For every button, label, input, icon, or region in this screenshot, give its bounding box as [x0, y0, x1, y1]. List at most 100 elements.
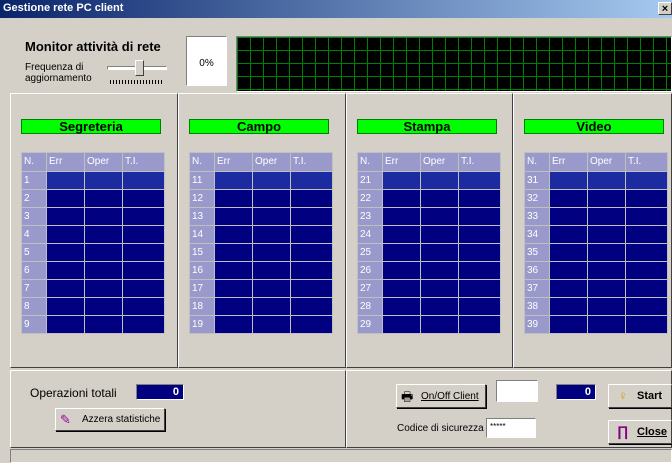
grid-cell[interactable]	[382, 243, 421, 262]
client-grid[interactable]: N. Err Oper T.I. 1 2 3 4 5 6 7 8 9	[21, 152, 165, 334]
grid-cell[interactable]	[122, 261, 165, 280]
grid-cell[interactable]	[122, 207, 165, 226]
grid-cell[interactable]	[458, 171, 501, 190]
grid-cell[interactable]	[625, 315, 668, 334]
grid-cell[interactable]	[214, 261, 253, 280]
table-row[interactable]: 3	[21, 207, 165, 226]
grid-cell[interactable]	[84, 189, 123, 208]
grid-cell[interactable]	[46, 279, 85, 298]
grid-cell[interactable]	[382, 261, 421, 280]
table-row[interactable]: 6	[21, 261, 165, 280]
grid-cell[interactable]	[458, 243, 501, 262]
grid-cell[interactable]	[46, 171, 85, 190]
grid-cell[interactable]	[122, 315, 165, 334]
table-row[interactable]: 12	[189, 189, 333, 208]
table-row[interactable]: 39	[524, 315, 668, 334]
grid-cell[interactable]	[587, 315, 626, 334]
grid-cell[interactable]	[420, 261, 459, 280]
grid-cell[interactable]	[549, 261, 588, 280]
table-row[interactable]: 25	[357, 243, 501, 262]
table-row[interactable]: 27	[357, 279, 501, 298]
grid-cell[interactable]	[382, 315, 421, 334]
grid-cell[interactable]	[382, 171, 421, 190]
close-window-button[interactable]: ×	[658, 2, 672, 15]
grid-cell[interactable]	[625, 207, 668, 226]
table-row[interactable]: 26	[357, 261, 501, 280]
table-row[interactable]: 15	[189, 243, 333, 262]
grid-cell[interactable]	[549, 315, 588, 334]
grid-cell[interactable]	[84, 297, 123, 316]
grid-cell[interactable]	[46, 261, 85, 280]
grid-cell[interactable]	[625, 297, 668, 316]
client-grid[interactable]: N. Err Oper T.I. 11 12 13 14 15 16 17 18 19	[189, 152, 333, 334]
reset-stats-button[interactable]: ✎ Azzera statistiche	[55, 408, 165, 431]
grid-cell[interactable]	[252, 243, 291, 262]
table-row[interactable]: 34	[524, 225, 668, 244]
grid-cell[interactable]	[458, 297, 501, 316]
grid-cell[interactable]	[252, 189, 291, 208]
grid-cell[interactable]	[549, 225, 588, 244]
table-row[interactable]: 23	[357, 207, 501, 226]
grid-cell[interactable]	[458, 261, 501, 280]
table-row[interactable]: 35	[524, 243, 668, 262]
grid-cell[interactable]	[549, 189, 588, 208]
grid-cell[interactable]	[458, 189, 501, 208]
grid-cell[interactable]	[84, 261, 123, 280]
grid-cell[interactable]	[84, 315, 123, 334]
grid-cell[interactable]	[122, 171, 165, 190]
grid-cell[interactable]	[122, 243, 165, 262]
grid-cell[interactable]	[549, 297, 588, 316]
grid-cell[interactable]	[587, 243, 626, 262]
table-row[interactable]: 36	[524, 261, 668, 280]
table-row[interactable]: 16	[189, 261, 333, 280]
grid-cell[interactable]	[214, 243, 253, 262]
grid-cell[interactable]	[84, 243, 123, 262]
table-row[interactable]: 33	[524, 207, 668, 226]
client-input[interactable]	[496, 380, 538, 402]
grid-cell[interactable]	[46, 315, 85, 334]
grid-cell[interactable]	[290, 171, 333, 190]
grid-cell[interactable]	[420, 225, 459, 244]
grid-cell[interactable]	[214, 315, 253, 334]
start-button[interactable]: ♀ Start	[608, 384, 672, 408]
grid-cell[interactable]	[382, 225, 421, 244]
grid-cell[interactable]	[252, 279, 291, 298]
grid-cell[interactable]	[458, 225, 501, 244]
table-row[interactable]: 17	[189, 279, 333, 298]
grid-cell[interactable]	[420, 279, 459, 298]
grid-cell[interactable]	[290, 279, 333, 298]
table-row[interactable]: 4	[21, 225, 165, 244]
frequency-slider-thumb[interactable]	[135, 60, 144, 76]
table-row[interactable]: 8	[21, 297, 165, 316]
table-row[interactable]: 38	[524, 297, 668, 316]
grid-cell[interactable]	[420, 315, 459, 334]
grid-cell[interactable]	[252, 315, 291, 334]
grid-cell[interactable]	[290, 189, 333, 208]
grid-cell[interactable]	[420, 207, 459, 226]
grid-cell[interactable]	[84, 225, 123, 244]
grid-cell[interactable]	[382, 189, 421, 208]
table-row[interactable]: 24	[357, 225, 501, 244]
grid-cell[interactable]	[420, 189, 459, 208]
grid-cell[interactable]	[290, 207, 333, 226]
table-row[interactable]: 7	[21, 279, 165, 298]
grid-cell[interactable]	[122, 297, 165, 316]
grid-cell[interactable]	[587, 225, 626, 244]
grid-cell[interactable]	[122, 279, 165, 298]
grid-cell[interactable]	[122, 189, 165, 208]
grid-cell[interactable]	[214, 297, 253, 316]
grid-cell[interactable]	[625, 279, 668, 298]
grid-cell[interactable]	[549, 207, 588, 226]
grid-cell[interactable]	[46, 225, 85, 244]
table-row[interactable]: 37	[524, 279, 668, 298]
grid-cell[interactable]	[587, 261, 626, 280]
table-row[interactable]: 28	[357, 297, 501, 316]
grid-cell[interactable]	[382, 297, 421, 316]
grid-cell[interactable]	[290, 315, 333, 334]
table-row[interactable]: 9	[21, 315, 165, 334]
grid-cell[interactable]	[252, 297, 291, 316]
grid-cell[interactable]	[46, 297, 85, 316]
table-row[interactable]: 11	[189, 171, 333, 190]
grid-cell[interactable]	[84, 171, 123, 190]
table-row[interactable]: 2	[21, 189, 165, 208]
